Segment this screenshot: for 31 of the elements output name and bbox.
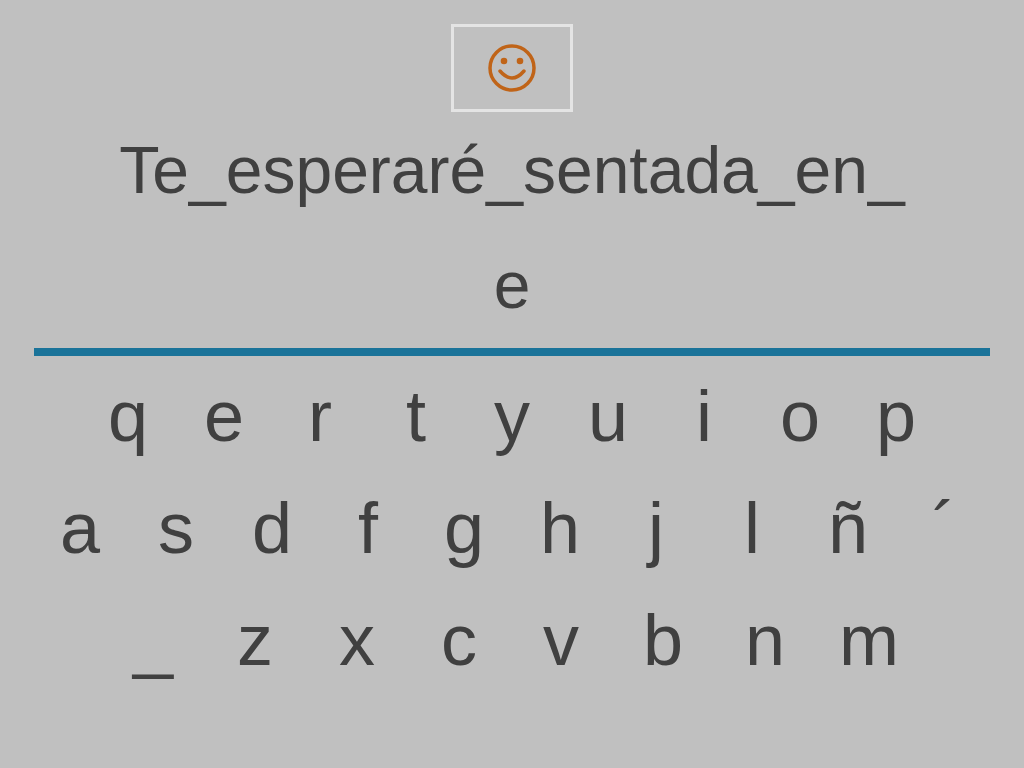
letter-key[interactable]: h xyxy=(532,488,588,568)
letter-key[interactable]: a xyxy=(52,488,108,568)
letter-key[interactable]: n xyxy=(737,600,793,680)
letter-key[interactable]: q xyxy=(100,376,156,456)
letter-key[interactable]: b xyxy=(635,600,691,680)
letter-key[interactable]: r xyxy=(292,376,348,456)
letter-key[interactable]: o xyxy=(772,376,828,456)
letter-key[interactable]: ´ xyxy=(916,488,972,568)
letter-key[interactable]: d xyxy=(244,488,300,568)
letter-key[interactable]: g xyxy=(436,488,492,568)
letter-key[interactable]: ñ xyxy=(820,488,876,568)
letter-key[interactable]: t xyxy=(388,376,444,456)
answer-text: e xyxy=(493,250,531,320)
letter-key[interactable]: c xyxy=(431,600,487,680)
letter-key[interactable]: v xyxy=(533,600,589,680)
sentence-text: Te_esperaré_sentada_en_ xyxy=(119,132,905,209)
letter-key[interactable]: _ xyxy=(125,600,181,680)
letter-key[interactable]: m xyxy=(839,600,899,680)
letter-key[interactable]: p xyxy=(868,376,924,456)
letter-key[interactable]: j xyxy=(628,488,684,568)
hint-box[interactable] xyxy=(451,24,573,112)
letter-key[interactable]: y xyxy=(484,376,540,456)
letter-key[interactable]: s xyxy=(148,488,204,568)
letter-key[interactable]: z xyxy=(227,600,283,680)
letter-key[interactable]: l xyxy=(724,488,780,568)
letter-key[interactable]: e xyxy=(196,376,252,456)
letter-key[interactable]: x xyxy=(329,600,385,680)
letter-key[interactable]: u xyxy=(580,376,636,456)
letter-key[interactable]: i xyxy=(676,376,732,456)
letter-key[interactable]: f xyxy=(340,488,396,568)
smiley-icon xyxy=(486,42,538,94)
